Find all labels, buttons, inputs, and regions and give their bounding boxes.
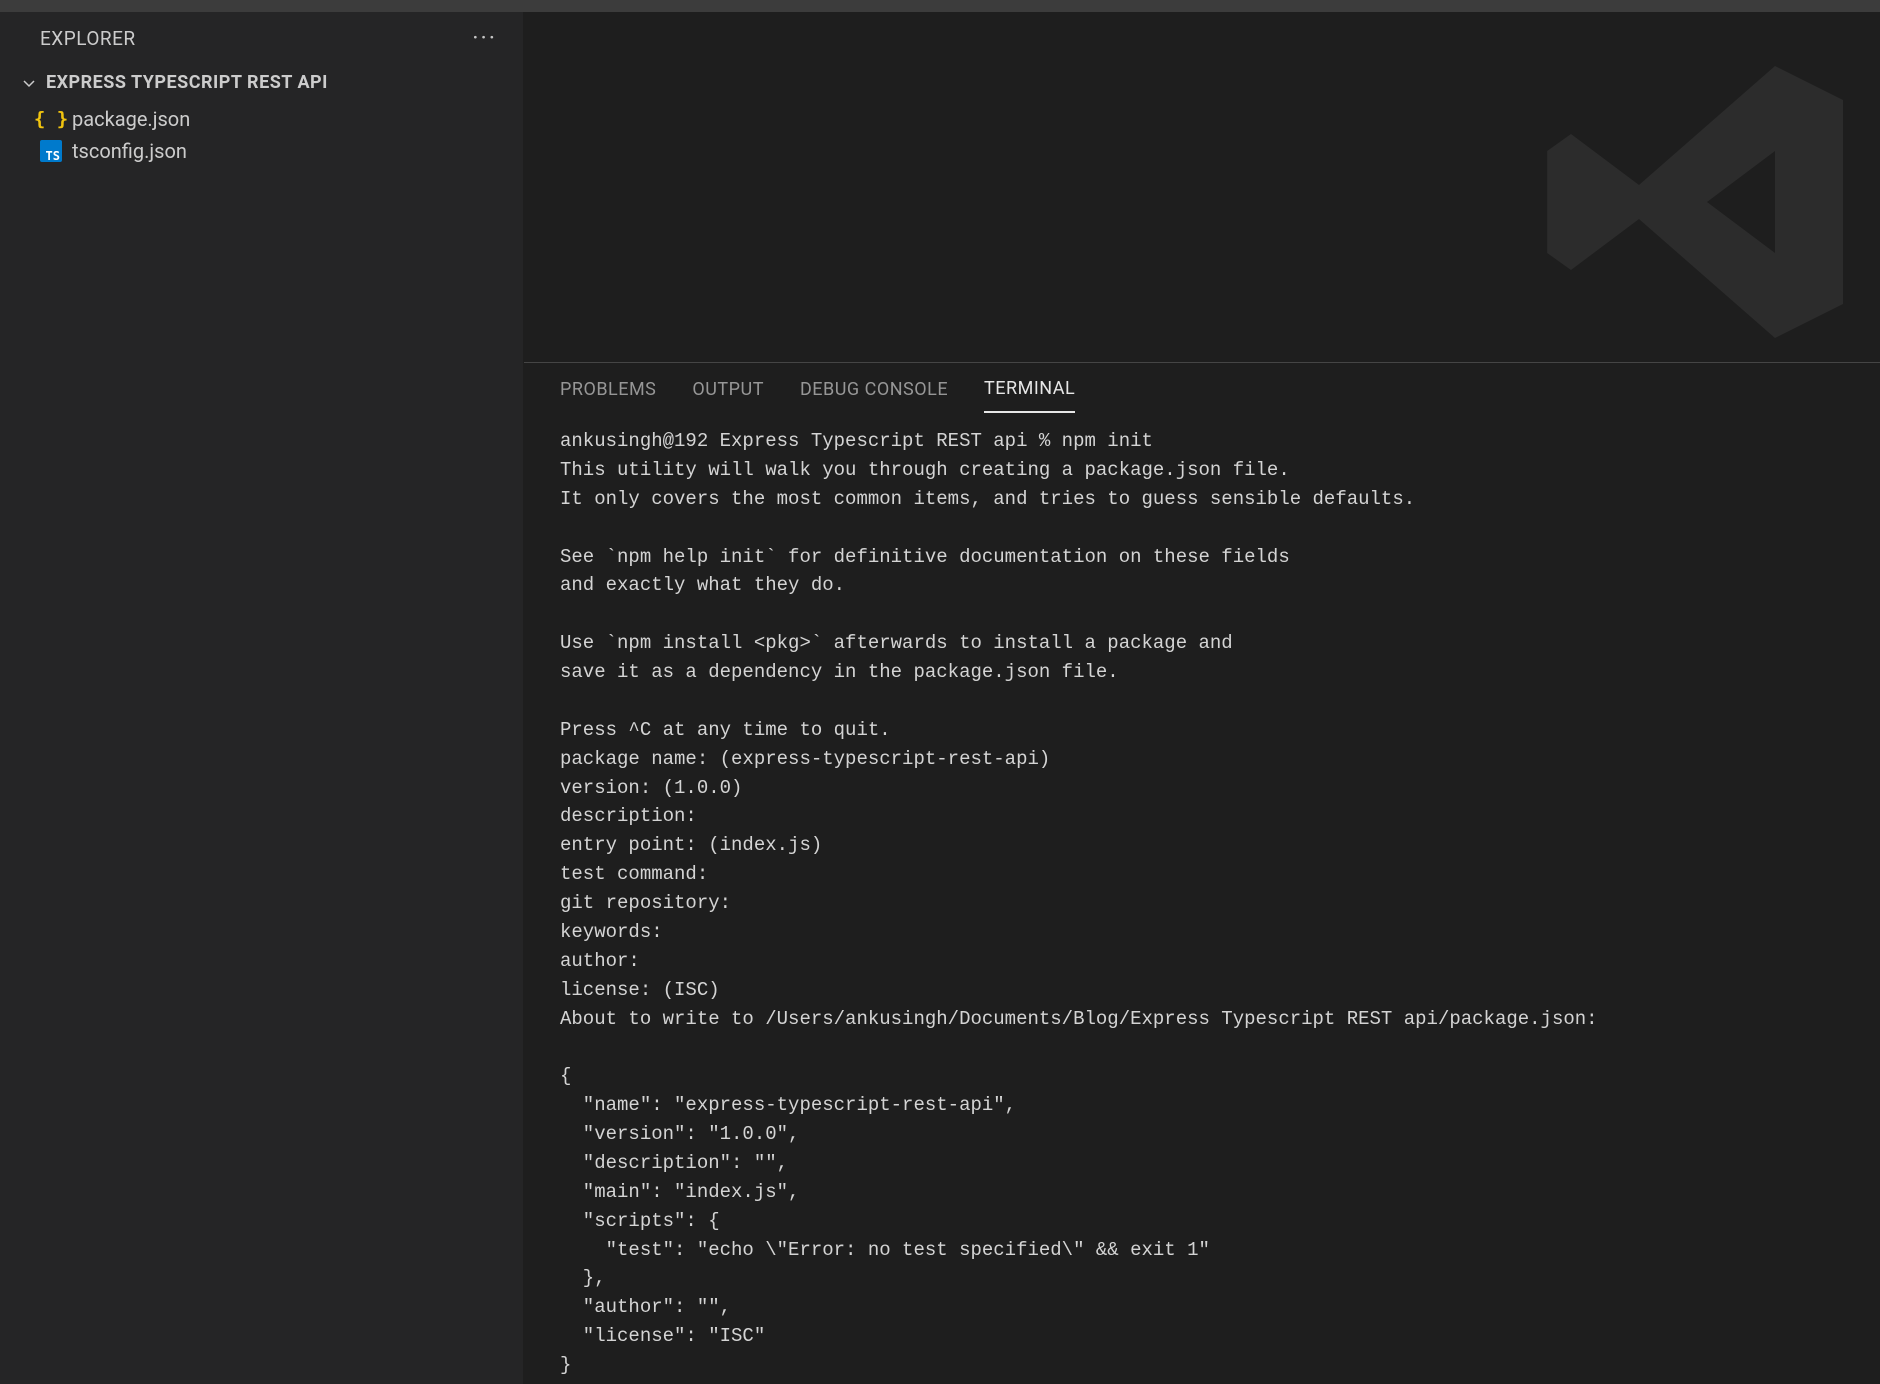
file-list: { } package.json TS tsconfig.json xyxy=(0,101,523,167)
vscode-window: EXPLORER ··· EXPRESS TYPESCRIPT REST API… xyxy=(0,0,1880,1384)
titlebar xyxy=(0,0,1880,12)
bottom-panel: PROBLEMS OUTPUT DEBUG CONSOLE TERMINAL a… xyxy=(524,362,1880,1384)
panel-tabs: PROBLEMS OUTPUT DEBUG CONSOLE TERMINAL xyxy=(524,363,1880,415)
tab-output[interactable]: OUTPUT xyxy=(692,367,764,412)
terminal-output[interactable]: ankusingh@192 Express Typescript REST ap… xyxy=(524,415,1880,1384)
more-actions-icon[interactable]: ··· xyxy=(464,20,505,56)
tab-debug-console[interactable]: DEBUG CONSOLE xyxy=(800,367,948,412)
tab-problems[interactable]: PROBLEMS xyxy=(560,367,656,412)
explorer-sidebar: EXPLORER ··· EXPRESS TYPESCRIPT REST API… xyxy=(0,12,524,1384)
file-item-tsconfig-json[interactable]: TS tsconfig.json xyxy=(0,135,523,167)
editor-empty-state xyxy=(524,12,1880,362)
project-name: EXPRESS TYPESCRIPT REST API xyxy=(46,72,328,93)
vscode-watermark-icon xyxy=(1520,32,1860,362)
json-icon: { } xyxy=(40,108,62,130)
file-label: package.json xyxy=(72,107,190,131)
explorer-title: EXPLORER xyxy=(40,27,136,50)
ts-icon: TS xyxy=(40,140,62,162)
explorer-header: EXPLORER ··· xyxy=(0,12,523,64)
chevron-down-icon xyxy=(20,74,38,92)
editor-area: PROBLEMS OUTPUT DEBUG CONSOLE TERMINAL a… xyxy=(524,12,1880,1384)
main-layout: EXPLORER ··· EXPRESS TYPESCRIPT REST API… xyxy=(0,12,1880,1384)
file-label: tsconfig.json xyxy=(72,139,187,163)
file-item-package-json[interactable]: { } package.json xyxy=(0,103,523,135)
project-header[interactable]: EXPRESS TYPESCRIPT REST API xyxy=(0,64,523,101)
tab-terminal[interactable]: TERMINAL xyxy=(984,366,1075,413)
